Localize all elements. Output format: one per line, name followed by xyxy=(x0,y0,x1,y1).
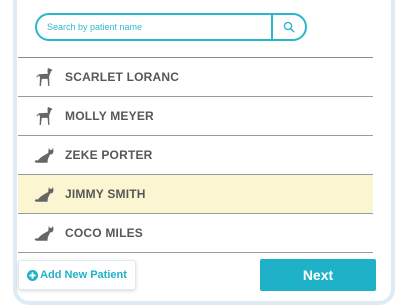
next-label: Next xyxy=(302,267,334,283)
patient-row[interactable]: SCARLET LORANC xyxy=(18,58,373,97)
search-icon xyxy=(283,21,295,33)
search-button[interactable] xyxy=(271,15,305,39)
dog-icon xyxy=(36,107,53,125)
cat-icon xyxy=(34,186,54,202)
add-new-patient-label: Add New Patient xyxy=(40,269,127,281)
next-button[interactable]: Next xyxy=(260,259,376,291)
patient-name: MOLLY MEYER xyxy=(65,109,154,123)
patient-row-selected[interactable]: JIMMY SMITH xyxy=(18,175,373,214)
dog-icon xyxy=(36,68,53,86)
patient-row[interactable]: COCO MILES xyxy=(18,214,373,253)
cat-icon xyxy=(34,147,54,163)
patient-row[interactable]: MOLLY MEYER xyxy=(18,97,373,136)
patient-name: COCO MILES xyxy=(65,226,144,240)
patient-name: JIMMY SMITH xyxy=(65,187,146,201)
plus-circle-icon xyxy=(27,269,39,281)
cat-icon xyxy=(34,225,54,241)
patient-row[interactable]: ZEKE PORTER xyxy=(18,136,373,175)
search-box xyxy=(35,13,307,41)
patient-name: ZEKE PORTER xyxy=(65,148,153,162)
add-new-patient-button[interactable]: Add New Patient xyxy=(18,260,136,290)
patient-list: SCARLET LORANC MOLLY MEYER ZEKE PORTER J… xyxy=(18,58,373,253)
search-input[interactable] xyxy=(47,19,273,35)
patient-name: SCARLET LORANC xyxy=(65,70,180,84)
